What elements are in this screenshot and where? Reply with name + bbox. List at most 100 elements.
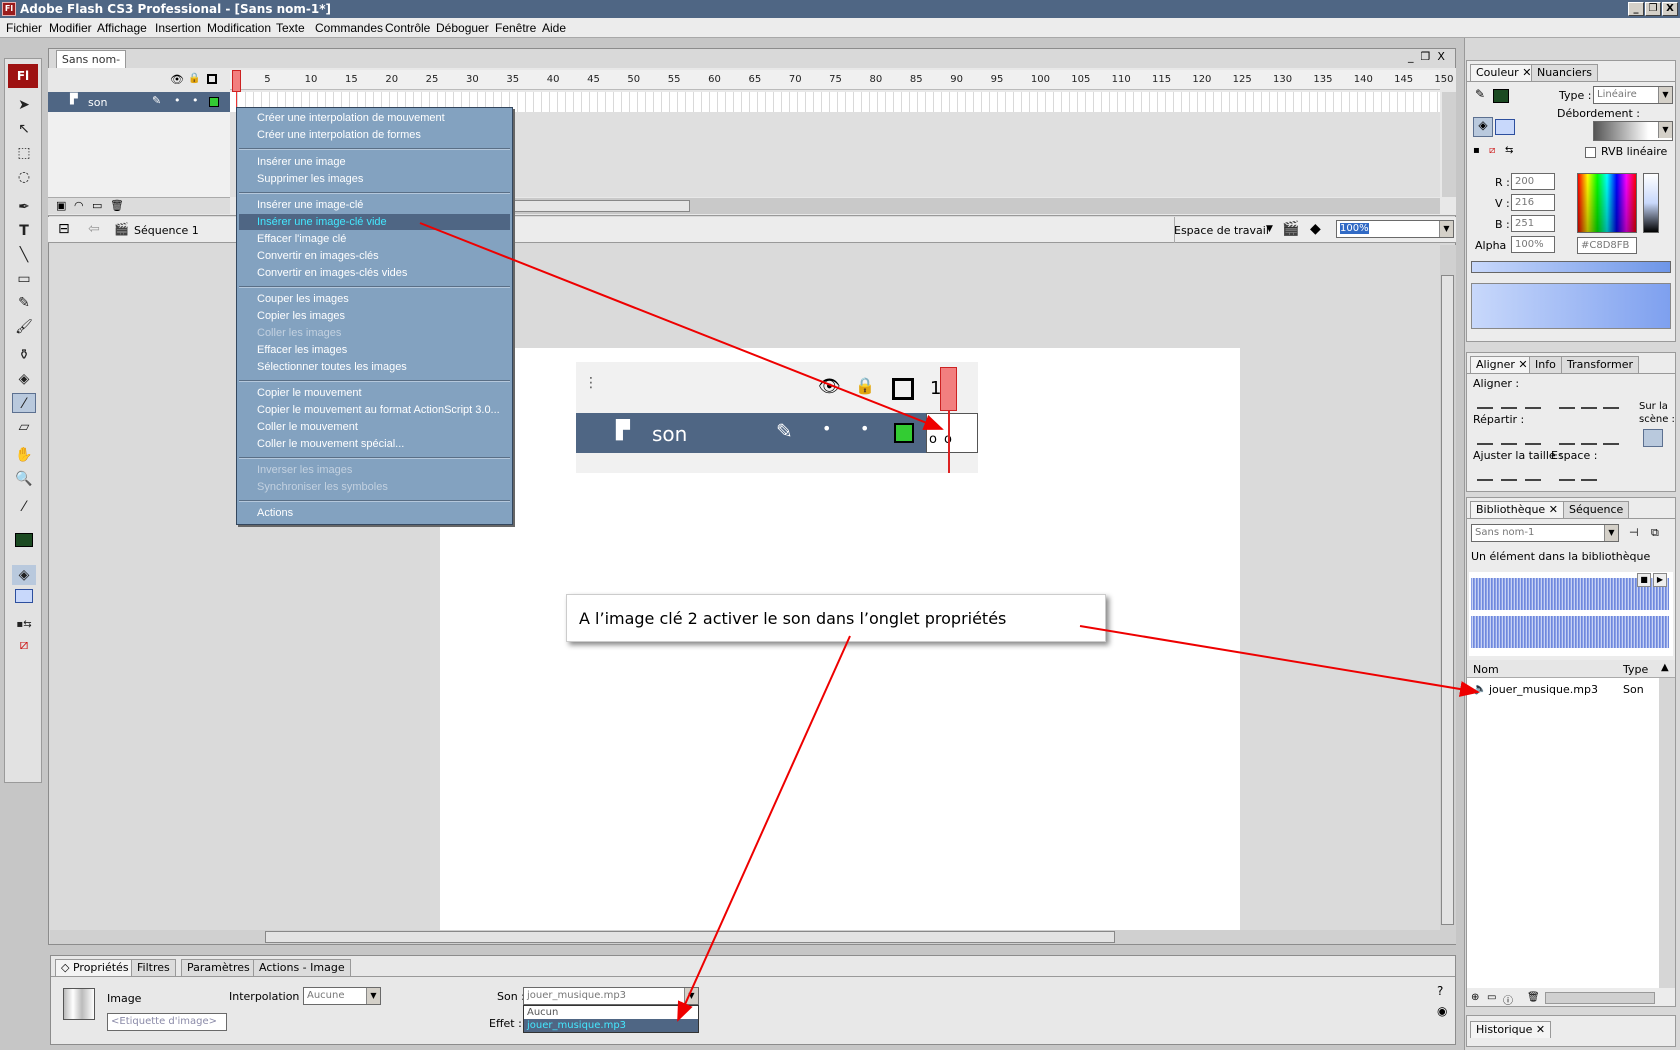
accessibility-icon[interactable]: ◉ <box>1437 1004 1447 1018</box>
swap-icon[interactable]: ⇆ <box>1505 145 1513 156</box>
line-tool-icon[interactable]: ╲ <box>12 245 36 265</box>
pin-library-icon[interactable]: ⊣ <box>1629 526 1639 539</box>
menu-item-actions[interactable]: Actions <box>257 506 293 520</box>
align-vcenter-icon[interactable] <box>1581 395 1597 409</box>
timeline-vscroll[interactable] <box>1442 92 1456 197</box>
playhead[interactable] <box>232 70 241 92</box>
tab-actions-image[interactable]: Actions - Image <box>253 959 351 976</box>
doc-window-controls[interactable]: _ ❐ X <box>1408 50 1445 63</box>
stage-vscroll[interactable] <box>1440 245 1456 930</box>
zoom-dropdown-icon[interactable]: ▼ <box>1439 221 1453 237</box>
menu-item-insert-blank-keyframe[interactable]: Insérer une image-clé vide <box>239 214 510 230</box>
menu-item-clear-keyframe[interactable]: Effacer l'image clé <box>257 232 346 246</box>
eraser-tool-icon[interactable]: ▱ <box>12 417 36 437</box>
menu-item-copy-frames[interactable]: Copier les images <box>257 309 345 323</box>
new-layer-icon[interactable]: ▣ <box>56 199 66 212</box>
menu-fichier[interactable]: Fichier <box>6 21 42 35</box>
play-icon[interactable]: ▶ <box>1653 573 1667 587</box>
brightness-slider[interactable] <box>1643 173 1659 233</box>
timeline-toggle-icon[interactable]: ⊟ <box>58 221 70 237</box>
stroke-color-icon[interactable]: ⁄ <box>12 497 36 517</box>
menu-item-remove-frames[interactable]: Supprimer les images <box>257 172 363 186</box>
stroke-pencil-icon[interactable]: ✎ <box>1475 87 1485 101</box>
fill-color-swatch[interactable] <box>15 589 33 603</box>
brush-tool-icon[interactable]: 🖌 <box>12 317 36 337</box>
match-height-icon[interactable] <box>1501 467 1517 481</box>
distribute-left-icon[interactable] <box>1559 431 1575 445</box>
color-picker-spectrum[interactable] <box>1577 173 1637 233</box>
scene-name[interactable]: Séquence 1 <box>134 224 199 237</box>
chevron-down-icon[interactable]: ▼ <box>1658 87 1672 103</box>
sort-icon[interactable]: ▲ <box>1661 662 1669 673</box>
tab-aligner[interactable]: Aligner ✕ <box>1470 356 1534 373</box>
menu-item-convert-blank-keyframes[interactable]: Convertir en images-clés vides <box>257 266 407 280</box>
minimize-button[interactable]: _ <box>1628 2 1644 16</box>
timeline-scrollbar[interactable] <box>480 198 1440 214</box>
stage-hscroll[interactable] <box>50 930 1456 944</box>
properties-icon[interactable]: ⓘ <box>1503 992 1513 1007</box>
pencil-tool-icon[interactable]: ✎ <box>12 293 36 313</box>
space-horizontal-icon[interactable] <box>1581 467 1597 481</box>
edit-symbols-icon[interactable]: 🎬 <box>1282 221 1299 237</box>
space-vertical-icon[interactable] <box>1559 467 1575 481</box>
menu-deboguer[interactable]: Déboguer <box>436 21 489 35</box>
menu-insertion[interactable]: Insertion <box>155 21 201 35</box>
menu-item-convert-keyframes[interactable]: Convertir en images-clés <box>257 249 379 263</box>
align-top-icon[interactable] <box>1559 395 1575 409</box>
menu-modifier[interactable]: Modifier <box>49 21 92 35</box>
menu-item-insert-frame[interactable]: Insérer une image <box>257 155 346 169</box>
default-colors-icon[interactable]: ▪ <box>1473 145 1480 156</box>
workspace-dropdown-icon[interactable]: ▼ <box>1266 224 1273 234</box>
menu-modification[interactable]: Modification <box>207 21 271 35</box>
library-col-name[interactable]: Nom <box>1473 663 1499 676</box>
match-both-icon[interactable] <box>1525 467 1541 481</box>
zoom-tool-icon[interactable]: 🔍 <box>12 469 36 489</box>
gradient-bar[interactable] <box>1471 261 1671 273</box>
menu-fenetre[interactable]: Fenêtre <box>495 21 536 35</box>
no-color-swatch-icon[interactable]: ⧄ <box>1489 145 1495 156</box>
add-guide-icon[interactable]: ◠ <box>74 199 84 212</box>
menu-item-select-all-frames[interactable]: Sélectionner toutes les images <box>257 360 407 374</box>
stroke-color-swatch[interactable] <box>15 533 33 547</box>
free-transform-tool-icon[interactable]: ⬚ <box>12 143 36 163</box>
distribute-vcenter-icon[interactable] <box>1501 431 1517 445</box>
no-color-icon[interactable]: ⧄ <box>12 635 36 655</box>
chevron-down-icon[interactable]: ▼ <box>366 988 380 1004</box>
menu-commandes[interactable]: Commandes <box>315 21 383 35</box>
layer-row-son[interactable]: ▛ son ✎ • • <box>48 92 230 112</box>
help-icon[interactable]: ? <box>1437 984 1443 998</box>
stop-icon[interactable]: ■ <box>1637 573 1651 587</box>
to-stage-toggle[interactable] <box>1643 429 1663 447</box>
eye-icon[interactable]: 👁 <box>170 73 184 86</box>
tab-historique[interactable]: Historique ✕ <box>1470 1021 1552 1038</box>
ink-bottle-tool-icon[interactable]: ⚱ <box>12 345 36 365</box>
fill-color-icon[interactable]: ◈ <box>12 565 36 585</box>
list-item[interactable]: 🔈 jouer_musique.mp3 Son <box>1467 680 1659 698</box>
rectangle-tool-icon[interactable]: ▭ <box>12 269 36 289</box>
rgb-linear-checkbox[interactable] <box>1585 147 1596 158</box>
menu-aide[interactable]: Aide <box>542 21 566 35</box>
menu-affichage[interactable]: Affichage <box>97 21 147 35</box>
fill-swatch[interactable] <box>1495 119 1515 135</box>
fill-bucket-icon[interactable]: ◈ <box>1473 117 1493 137</box>
library-col-type[interactable]: Type <box>1623 663 1648 676</box>
menu-item-paste-motion-special[interactable]: Coller le mouvement spécial... <box>257 437 404 451</box>
distribute-hcenter-icon[interactable] <box>1581 431 1597 445</box>
lock-dot-icon[interactable]: • <box>192 94 199 107</box>
new-folder-icon[interactable]: ▭ <box>92 199 102 212</box>
tab-sequence[interactable]: Séquence <box>1563 501 1630 518</box>
zoom-select[interactable]: 100% ▼ <box>1336 220 1454 238</box>
stroke-swatch[interactable] <box>1493 89 1509 103</box>
sound-option-mp3[interactable]: jouer_musique.mp3 <box>524 1019 698 1032</box>
menu-item-copy-motion-as3[interactable]: Copier le mouvement au format ActionScri… <box>257 403 500 417</box>
align-hcenter-icon[interactable] <box>1501 395 1517 409</box>
lasso-tool-icon[interactable]: ◌ <box>12 167 36 187</box>
stage-vscroll-thumb[interactable] <box>1441 275 1454 925</box>
v-input[interactable]: 216 <box>1511 194 1555 211</box>
hex-input[interactable]: #C8D8FB <box>1577 237 1637 254</box>
subselection-tool-icon[interactable]: ↖ <box>12 119 36 139</box>
tab-nuanciers[interactable]: Nuanciers <box>1531 64 1599 81</box>
tab-parametres[interactable]: Paramètres <box>181 959 256 976</box>
chevron-down-icon[interactable]: ▼ <box>684 988 698 1004</box>
edit-scene-icon[interactable]: ◆ <box>1310 221 1321 237</box>
